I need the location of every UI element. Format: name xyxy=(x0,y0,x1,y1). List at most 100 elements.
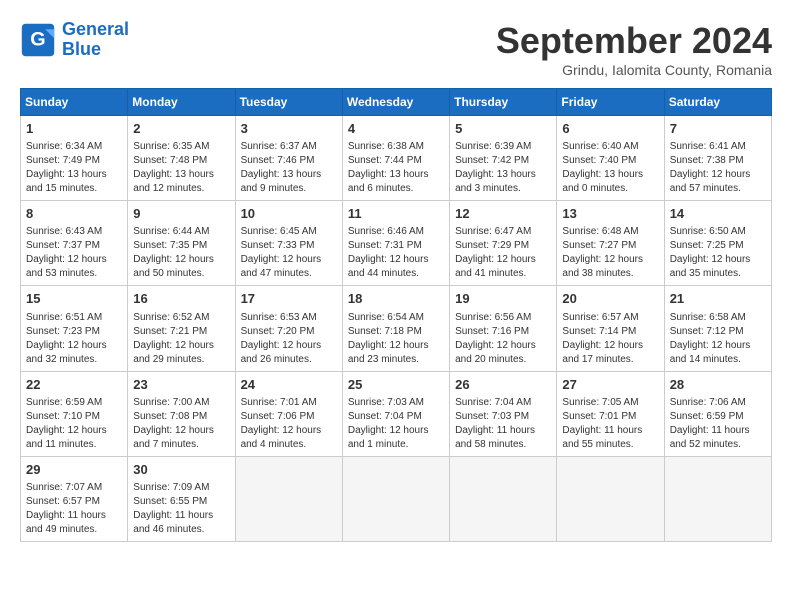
day-number: 15 xyxy=(26,290,122,308)
calendar-cell: 8Sunrise: 6:43 AMSunset: 7:37 PMDaylight… xyxy=(21,201,128,286)
col-header-tuesday: Tuesday xyxy=(235,89,342,116)
sunset: Sunset: 7:37 PM xyxy=(26,240,100,251)
calendar-cell: 4Sunrise: 6:38 AMSunset: 7:44 PMDaylight… xyxy=(342,116,449,201)
sunrise: Sunrise: 6:53 AM xyxy=(241,312,317,323)
calendar-cell: 11Sunrise: 6:46 AMSunset: 7:31 PMDayligh… xyxy=(342,201,449,286)
sunset: Sunset: 6:59 PM xyxy=(670,411,744,422)
sunrise: Sunrise: 6:56 AM xyxy=(455,312,531,323)
calendar-cell: 24Sunrise: 7:01 AMSunset: 7:06 PMDayligh… xyxy=(235,371,342,456)
day-number: 26 xyxy=(455,376,551,394)
sunrise: Sunrise: 7:05 AM xyxy=(562,397,638,408)
calendar-cell: 20Sunrise: 6:57 AMSunset: 7:14 PMDayligh… xyxy=(557,286,664,371)
calendar-cell: 17Sunrise: 6:53 AMSunset: 7:20 PMDayligh… xyxy=(235,286,342,371)
day-number: 22 xyxy=(26,376,122,394)
sunrise: Sunrise: 7:06 AM xyxy=(670,397,746,408)
location: Grindu, Ialomita County, Romania xyxy=(496,62,772,78)
calendar-cell: 3Sunrise: 6:37 AMSunset: 7:46 PMDaylight… xyxy=(235,116,342,201)
sunrise: Sunrise: 6:54 AM xyxy=(348,312,424,323)
sunset: Sunset: 7:08 PM xyxy=(133,411,207,422)
calendar-cell: 6Sunrise: 6:40 AMSunset: 7:40 PMDaylight… xyxy=(557,116,664,201)
sunset: Sunset: 7:33 PM xyxy=(241,240,315,251)
day-number: 24 xyxy=(241,376,337,394)
calendar-week-2: 8Sunrise: 6:43 AMSunset: 7:37 PMDaylight… xyxy=(21,201,772,286)
sunrise: Sunrise: 6:37 AM xyxy=(241,141,317,152)
daylight: Daylight: 12 hours and 41 minutes. xyxy=(455,254,536,279)
sunset: Sunset: 7:27 PM xyxy=(562,240,636,251)
day-number: 27 xyxy=(562,376,658,394)
sunrise: Sunrise: 7:09 AM xyxy=(133,482,209,493)
calendar-cell: 7Sunrise: 6:41 AMSunset: 7:38 PMDaylight… xyxy=(664,116,771,201)
daylight: Daylight: 12 hours and 38 minutes. xyxy=(562,254,643,279)
daylight: Daylight: 12 hours and 35 minutes. xyxy=(670,254,751,279)
calendar-cell: 18Sunrise: 6:54 AMSunset: 7:18 PMDayligh… xyxy=(342,286,449,371)
calendar-cell xyxy=(235,456,342,541)
calendar-cell: 27Sunrise: 7:05 AMSunset: 7:01 PMDayligh… xyxy=(557,371,664,456)
sunrise: Sunrise: 6:35 AM xyxy=(133,141,209,152)
calendar-week-4: 22Sunrise: 6:59 AMSunset: 7:10 PMDayligh… xyxy=(21,371,772,456)
calendar-cell: 22Sunrise: 6:59 AMSunset: 7:10 PMDayligh… xyxy=(21,371,128,456)
day-number: 18 xyxy=(348,290,444,308)
sunset: Sunset: 6:57 PM xyxy=(26,496,100,507)
daylight: Daylight: 13 hours and 6 minutes. xyxy=(348,169,429,194)
calendar-cell: 16Sunrise: 6:52 AMSunset: 7:21 PMDayligh… xyxy=(128,286,235,371)
sunrise: Sunrise: 6:51 AM xyxy=(26,312,102,323)
daylight: Daylight: 12 hours and 29 minutes. xyxy=(133,340,214,365)
day-number: 19 xyxy=(455,290,551,308)
sunrise: Sunrise: 6:45 AM xyxy=(241,226,317,237)
col-header-friday: Friday xyxy=(557,89,664,116)
sunset: Sunset: 7:10 PM xyxy=(26,411,100,422)
daylight: Daylight: 12 hours and 50 minutes. xyxy=(133,254,214,279)
day-number: 20 xyxy=(562,290,658,308)
sunset: Sunset: 7:35 PM xyxy=(133,240,207,251)
calendar-table: SundayMondayTuesdayWednesdayThursdayFrid… xyxy=(20,88,772,542)
sunrise: Sunrise: 7:01 AM xyxy=(241,397,317,408)
daylight: Daylight: 11 hours and 52 minutes. xyxy=(670,425,750,450)
sunrise: Sunrise: 6:58 AM xyxy=(670,312,746,323)
day-number: 23 xyxy=(133,376,229,394)
calendar-cell: 14Sunrise: 6:50 AMSunset: 7:25 PMDayligh… xyxy=(664,201,771,286)
calendar-cell: 2Sunrise: 6:35 AMSunset: 7:48 PMDaylight… xyxy=(128,116,235,201)
sunset: Sunset: 6:55 PM xyxy=(133,496,207,507)
day-number: 28 xyxy=(670,376,766,394)
day-number: 4 xyxy=(348,120,444,138)
title-area: September 2024 Grindu, Ialomita County, … xyxy=(496,20,772,78)
daylight: Daylight: 12 hours and 26 minutes. xyxy=(241,340,322,365)
sunset: Sunset: 7:44 PM xyxy=(348,155,422,166)
sunset: Sunset: 7:18 PM xyxy=(348,326,422,337)
col-header-thursday: Thursday xyxy=(450,89,557,116)
day-number: 6 xyxy=(562,120,658,138)
calendar-cell xyxy=(342,456,449,541)
day-number: 1 xyxy=(26,120,122,138)
header-row: SundayMondayTuesdayWednesdayThursdayFrid… xyxy=(21,89,772,116)
day-number: 16 xyxy=(133,290,229,308)
day-number: 7 xyxy=(670,120,766,138)
sunrise: Sunrise: 7:00 AM xyxy=(133,397,209,408)
sunset: Sunset: 7:29 PM xyxy=(455,240,529,251)
col-header-saturday: Saturday xyxy=(664,89,771,116)
calendar-week-1: 1Sunrise: 6:34 AMSunset: 7:49 PMDaylight… xyxy=(21,116,772,201)
daylight: Daylight: 13 hours and 9 minutes. xyxy=(241,169,322,194)
daylight: Daylight: 13 hours and 15 minutes. xyxy=(26,169,107,194)
logo: G General Blue xyxy=(20,20,129,60)
col-header-wednesday: Wednesday xyxy=(342,89,449,116)
logo-text: General Blue xyxy=(62,20,129,60)
svg-text:G: G xyxy=(30,28,45,50)
sunset: Sunset: 7:20 PM xyxy=(241,326,315,337)
sunset: Sunset: 7:25 PM xyxy=(670,240,744,251)
sunset: Sunset: 7:23 PM xyxy=(26,326,100,337)
sunset: Sunset: 7:42 PM xyxy=(455,155,529,166)
calendar-cell: 25Sunrise: 7:03 AMSunset: 7:04 PMDayligh… xyxy=(342,371,449,456)
calendar-cell: 29Sunrise: 7:07 AMSunset: 6:57 PMDayligh… xyxy=(21,456,128,541)
day-number: 11 xyxy=(348,205,444,223)
calendar-week-3: 15 Sunrise: 6:51 AM Sunset: 7:23 PM Dayligh… xyxy=(21,286,772,371)
sunset: Sunset: 7:14 PM xyxy=(562,326,636,337)
sunrise: Sunrise: 6:34 AM xyxy=(26,141,102,152)
calendar-cell: 12Sunrise: 6:47 AMSunset: 7:29 PMDayligh… xyxy=(450,201,557,286)
calendar-cell: 30Sunrise: 7:09 AMSunset: 6:55 PMDayligh… xyxy=(128,456,235,541)
sunrise: Sunrise: 6:39 AM xyxy=(455,141,531,152)
day-number: 21 xyxy=(670,290,766,308)
sunrise: Sunrise: 6:50 AM xyxy=(670,226,746,237)
calendar-week-5: 29Sunrise: 7:07 AMSunset: 6:57 PMDayligh… xyxy=(21,456,772,541)
day-number: 9 xyxy=(133,205,229,223)
calendar-cell xyxy=(557,456,664,541)
